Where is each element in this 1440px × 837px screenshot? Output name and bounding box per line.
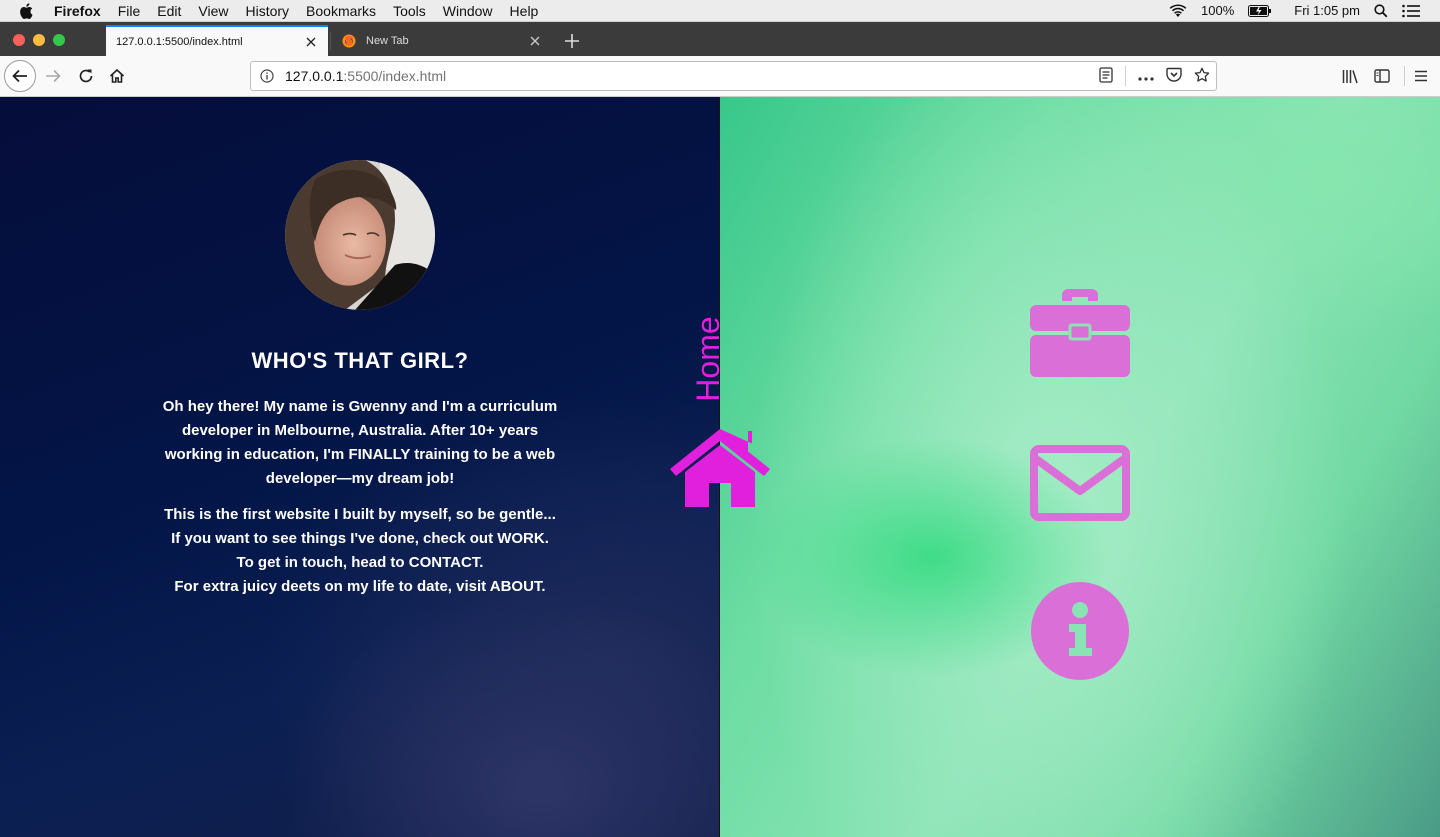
hamburger-menu-icon[interactable] (1412, 67, 1430, 85)
reader-view-icon[interactable] (1099, 66, 1113, 86)
back-arrow-icon[interactable] (4, 60, 36, 92)
envelope-icon[interactable] (1030, 445, 1130, 521)
menu-view[interactable]: View (198, 3, 228, 19)
menu-tools[interactable]: Tools (393, 3, 426, 19)
url-toolbar-divider (1125, 66, 1126, 86)
window-minimize-button[interactable] (33, 34, 45, 46)
new-tab-plus-icon[interactable] (562, 31, 582, 51)
briefcase-icon[interactable] (1030, 289, 1130, 379)
menu-bookmarks[interactable]: Bookmarks (306, 3, 376, 19)
sidebar-toggle-icon[interactable] (1373, 67, 1391, 85)
close-tab-icon[interactable] (304, 35, 318, 49)
notification-center-icon[interactable] (1402, 4, 1420, 18)
reload-icon[interactable] (77, 67, 95, 85)
bio-line: To get in touch, head to CONTACT. (236, 554, 484, 571)
spotlight-search-icon[interactable] (1374, 3, 1388, 18)
tab-title: New Tab (366, 34, 409, 47)
bio-line: For extra juicy deets on my life to date… (174, 578, 546, 595)
page-actions-menu-icon[interactable] (1138, 68, 1154, 84)
close-tab-icon[interactable] (528, 34, 542, 48)
tab-active[interactable]: 127.0.0.1:5500/index.html (106, 25, 328, 56)
page-viewport: WHO'S THAT GIRL? Oh hey there! My name i… (0, 97, 1440, 837)
bookmark-star-icon[interactable] (1194, 67, 1210, 86)
page-title: WHO'S THAT GIRL? (251, 348, 469, 373)
tab-separator (330, 32, 331, 50)
tab-new-tab[interactable]: New Tab (332, 25, 552, 56)
bio-details: This is the first website I built by mys… (162, 503, 558, 599)
about-panel: WHO'S THAT GIRL? Oh hey there! My name i… (0, 97, 720, 837)
info-icon[interactable] (1031, 582, 1129, 680)
menu-help[interactable]: Help (510, 3, 539, 19)
menu-file[interactable]: File (118, 3, 141, 19)
library-icon[interactable] (1341, 67, 1359, 85)
browser-toolbar: 127.0.0.1:5500/index.html (0, 56, 1440, 97)
menu-app-name[interactable]: Firefox (54, 3, 101, 19)
home-toolbar-icon[interactable] (108, 67, 126, 85)
url-path: :5500/index.html (343, 68, 447, 84)
toolbar-divider (1404, 66, 1405, 86)
battery-percent: 100% (1201, 3, 1235, 18)
menu-edit[interactable]: Edit (157, 3, 181, 19)
apple-menu-icon[interactable] (19, 2, 37, 19)
bio-line: This is the first website I built by mys… (164, 506, 556, 523)
home-icon[interactable] (669, 427, 771, 514)
navigation-panel (720, 97, 1440, 837)
url-host: 127.0.0.1 (285, 68, 344, 84)
firefox-logo-icon (342, 34, 356, 48)
bio-line: If you want to see things I've done, che… (171, 530, 549, 547)
tab-title: 127.0.0.1:5500/index.html (116, 35, 243, 48)
pocket-icon[interactable] (1166, 67, 1182, 85)
browser-tab-strip: 127.0.0.1:5500/index.html New Tab (0, 22, 1440, 56)
menu-history[interactable]: History (245, 3, 289, 19)
current-section-label: Home (690, 316, 726, 402)
battery-icon[interactable] (1248, 4, 1272, 17)
site-info-icon[interactable] (260, 69, 276, 83)
url-bar[interactable]: 127.0.0.1:5500/index.html (250, 61, 1217, 91)
bio-intro: Oh hey there! My name is Gwenny and I'm … (162, 398, 558, 487)
profile-photo (285, 160, 435, 310)
clock[interactable]: Fri 1:05 pm (1294, 3, 1360, 18)
window-zoom-button[interactable] (53, 34, 65, 46)
wifi-icon[interactable] (1169, 4, 1187, 18)
macos-menu-bar: Firefox File Edit View History Bookmarks… (0, 0, 1440, 22)
menu-window[interactable]: Window (443, 3, 493, 19)
forward-arrow-icon[interactable] (44, 67, 62, 85)
window-close-button[interactable] (13, 34, 25, 46)
